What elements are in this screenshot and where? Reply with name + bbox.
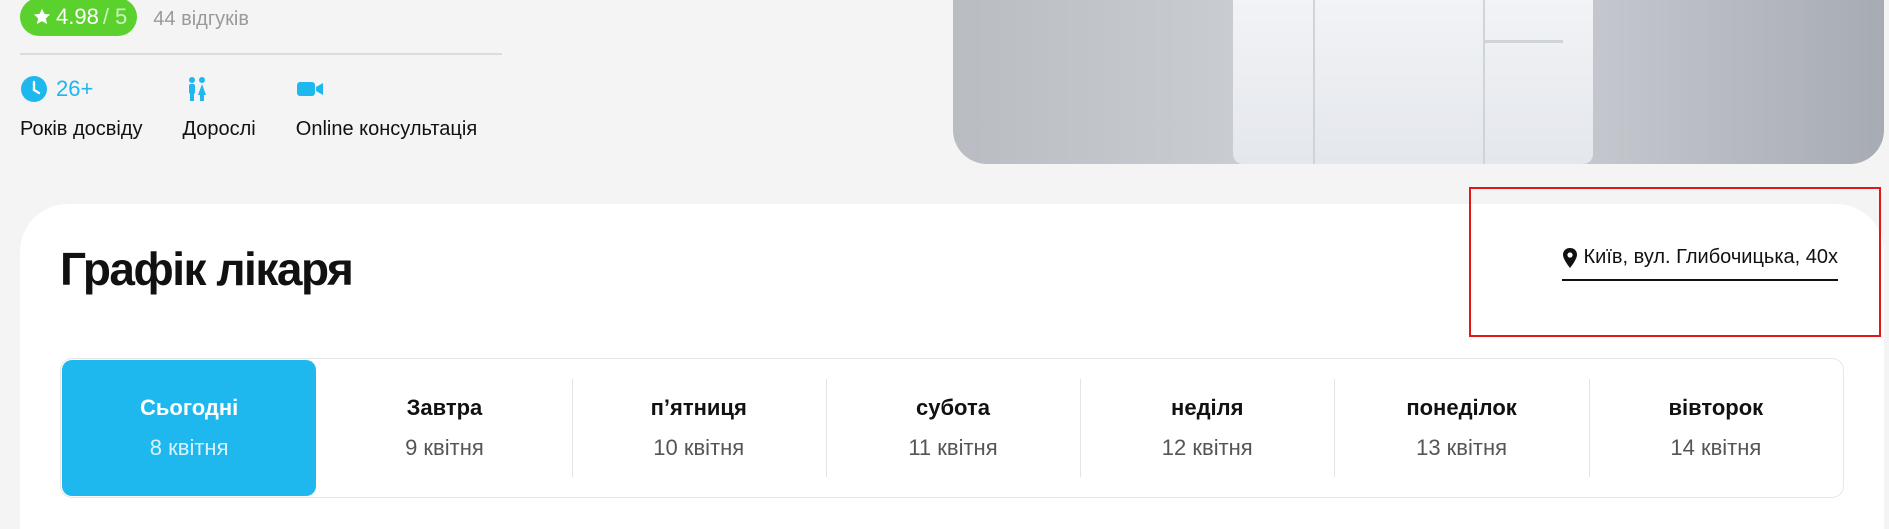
stat-online: Online консультація bbox=[296, 72, 477, 141]
schedule-title: Графік лікаря bbox=[60, 243, 354, 295]
clock-icon bbox=[21, 76, 47, 102]
doctor-coat bbox=[1233, 0, 1593, 164]
day-tab-saturday[interactable]: субота 11 квітня bbox=[825, 359, 1080, 497]
star-icon bbox=[33, 8, 51, 25]
experience-label: Років досвіду bbox=[20, 118, 143, 140]
day-name: Сьогодні bbox=[140, 395, 239, 420]
stat-experience: 26+ Років досвіду bbox=[20, 72, 143, 141]
divider bbox=[20, 53, 502, 55]
rating-badge: 4.98 / 5 bbox=[20, 0, 138, 36]
experience-value: 26+ bbox=[56, 76, 94, 101]
rating-row: 4.98 / 5 44 відгуків bbox=[20, 0, 249, 38]
day-tab-tomorrow[interactable]: Завтра 9 квітня bbox=[317, 359, 571, 497]
online-label: Online консультація bbox=[295, 118, 478, 140]
day-date: 8 квітня bbox=[149, 435, 229, 460]
reviews-link[interactable]: 44 відгуків bbox=[153, 8, 249, 31]
doctor-stats: 26+ Років досвіду Дорослі Online консуль… bbox=[20, 72, 477, 141]
day-date: 9 квітня bbox=[405, 435, 484, 460]
day-date: 13 квітня bbox=[1416, 435, 1507, 460]
adults-icon bbox=[188, 77, 206, 101]
address-highlight-box bbox=[1469, 187, 1881, 337]
day-tab-monday[interactable]: понеділок 13 квітня bbox=[1334, 359, 1588, 497]
day-name: субота bbox=[916, 395, 990, 420]
day-name: вівторок bbox=[1668, 395, 1764, 420]
day-tab-tuesday[interactable]: вівторок 14 квітня bbox=[1588, 359, 1843, 497]
day-name: неділя bbox=[1171, 395, 1244, 420]
day-tab-friday[interactable]: п’ятниця 10 квітня bbox=[571, 359, 826, 497]
day-name: Завтра bbox=[406, 395, 483, 420]
day-date: 11 квітня bbox=[908, 435, 998, 460]
day-tab-today[interactable]: Сьогодні 8 квітня bbox=[62, 360, 317, 496]
doctor-photo bbox=[953, 0, 1884, 164]
day-date: 10 квітня bbox=[653, 435, 745, 460]
rating-score: 4.98 bbox=[56, 4, 99, 29]
rating-max: / 5 bbox=[102, 4, 128, 29]
stat-adults: Дорослі bbox=[183, 72, 256, 141]
day-name: п’ятниця bbox=[650, 395, 747, 420]
day-date: 12 квітня bbox=[1161, 435, 1253, 460]
day-tab-sunday[interactable]: неділя 12 квітня bbox=[1080, 359, 1334, 497]
video-camera-icon bbox=[296, 82, 323, 96]
day-selector: Сьогодні 8 квітня Завтра 9 квітня п’ятни… bbox=[60, 358, 1844, 498]
adults-label: Дорослі bbox=[182, 118, 256, 140]
day-name: понеділок bbox=[1406, 395, 1517, 420]
day-date: 14 квітня bbox=[1670, 435, 1762, 460]
